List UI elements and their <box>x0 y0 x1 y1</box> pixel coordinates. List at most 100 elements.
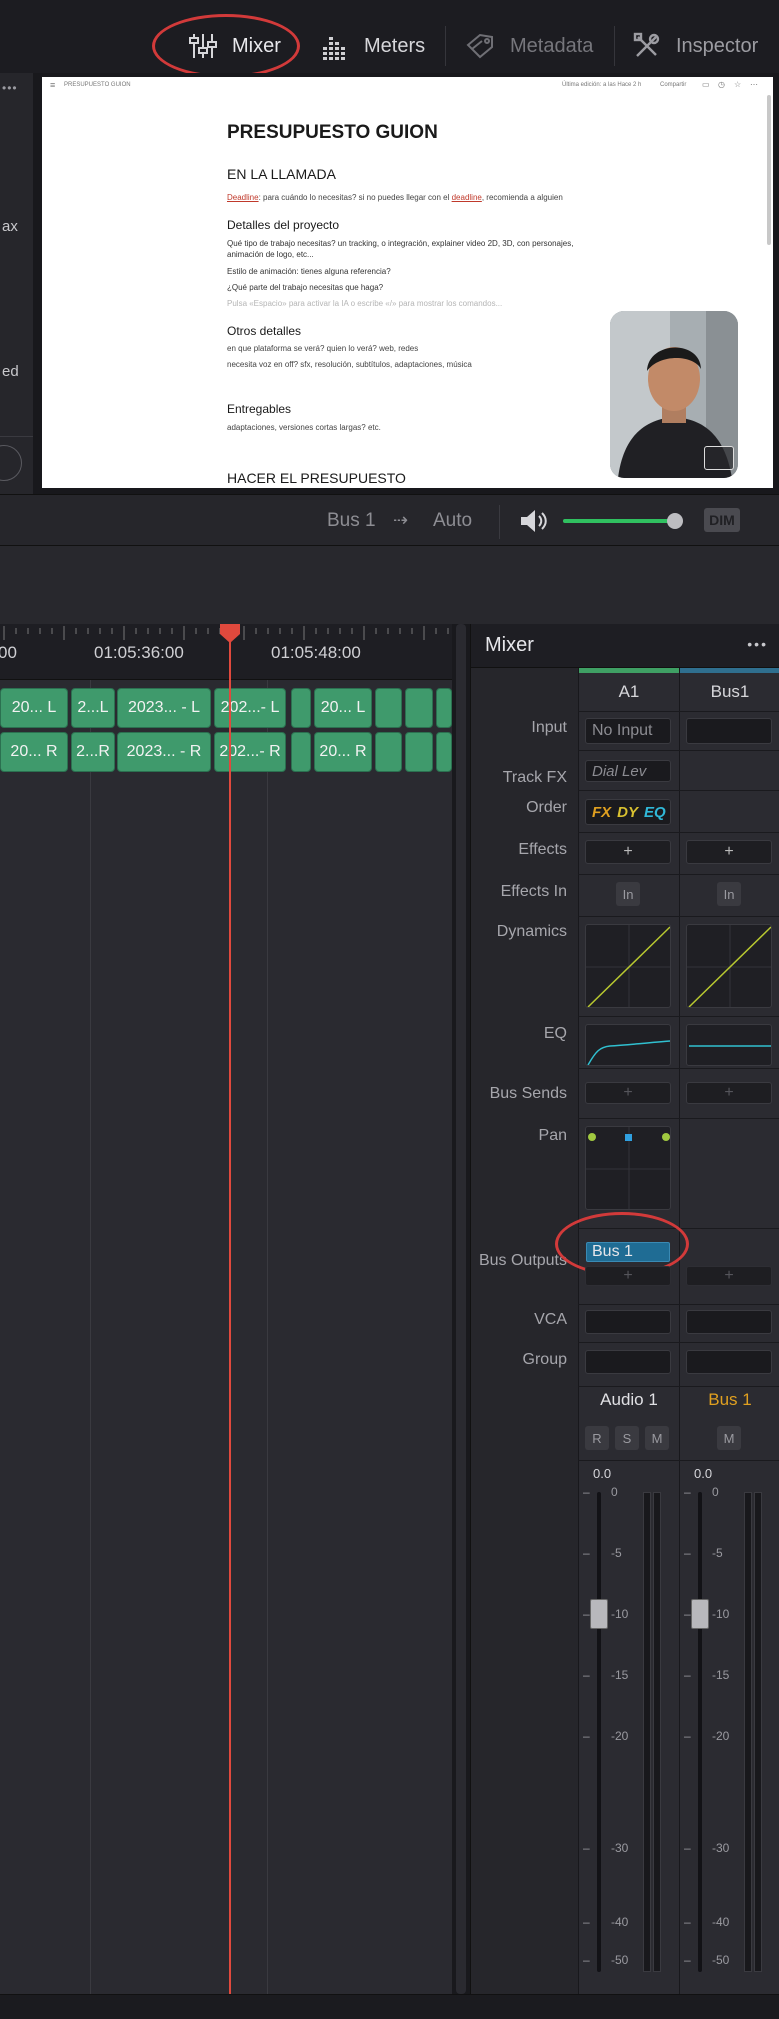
audio-clip[interactable] <box>405 732 433 772</box>
effects-in-button-a1[interactable]: In <box>616 882 640 906</box>
mixer-header: Mixer ••• <box>471 624 779 668</box>
audio-clip[interactable]: 2...R <box>71 732 115 772</box>
panel-options-icon[interactable]: ••• <box>2 81 18 95</box>
fader-scale-tick: – <box>583 1668 590 1682</box>
solo-button[interactable]: S <box>615 1426 639 1450</box>
strip-name-a1: A1 <box>618 682 640 701</box>
menu-icon[interactable]: ≡ <box>50 80 55 90</box>
dim-button[interactable]: DIM <box>704 508 740 532</box>
track-fx-select-a1[interactable]: Dial Lev <box>585 760 671 782</box>
track-name-bus1[interactable]: Bus 1 <box>680 1390 779 1410</box>
mixer-options-icon[interactable]: ••• <box>747 636 768 652</box>
doc-title: PRESUPUESTO GUION <box>227 122 438 143</box>
playhead-line[interactable] <box>229 642 231 1994</box>
fader-track-a1[interactable] <box>597 1492 601 1972</box>
audio-clip[interactable] <box>291 732 311 772</box>
dynamics-graph-bus1[interactable] <box>686 924 772 1008</box>
bus-output-add-bus1[interactable]: + <box>686 1266 772 1286</box>
more-icon[interactable]: ⋯ <box>750 80 758 89</box>
fader-track-bus1[interactable] <box>698 1492 702 1972</box>
history-icon[interactable]: ◷ <box>718 80 725 89</box>
scroll-thumb[interactable] <box>456 624 466 1994</box>
audio-clip[interactable] <box>375 688 402 728</box>
row-divider <box>578 832 779 833</box>
doc-placeholder[interactable]: Pulsa «Espacio» para activar la IA o esc… <box>227 298 502 309</box>
audio-clip[interactable]: 20... L <box>314 688 372 728</box>
pip-toggle-icon[interactable] <box>704 446 734 470</box>
vca-select-bus1[interactable] <box>686 1310 772 1334</box>
audio-clip[interactable]: 20... R <box>314 732 372 772</box>
doc-heading: Detalles del proyecto <box>227 218 340 232</box>
audio-clip[interactable] <box>436 732 452 772</box>
group-select-bus1[interactable] <box>686 1350 772 1374</box>
audio-clip[interactable]: 20... L <box>0 688 68 728</box>
row-divider <box>578 1118 779 1119</box>
bus-output-add-a1[interactable]: + <box>585 1266 671 1286</box>
round-button[interactable] <box>0 445 22 481</box>
audio-clip[interactable]: 20... R <box>0 732 68 772</box>
bus-send-add-a1[interactable]: + <box>585 1082 671 1104</box>
input-select-bus1[interactable] <box>686 718 772 744</box>
add-effect-button-a1[interactable]: + <box>585 840 671 864</box>
empty-band <box>0 546 779 624</box>
timeline-panel[interactable]: 00 01:05:36:00 01:05:48:00 20... L 2...L… <box>0 624 452 1994</box>
metadata-tab[interactable]: Metadata <box>464 28 593 64</box>
doc-heading: HACER EL PRESUPUESTO <box>227 470 406 486</box>
left-panel-text: ed <box>2 363 19 380</box>
level-readout-a1: 0.0 <box>593 1466 612 1481</box>
audio-clip[interactable] <box>405 688 433 728</box>
eq-graph-a1[interactable] <box>585 1024 671 1066</box>
auto-mode[interactable]: Auto <box>433 510 472 532</box>
processing-order-a1[interactable]: FX DY EQ <box>585 799 671 825</box>
share-link[interactable]: Compartir <box>660 82 686 88</box>
audio-clip[interactable]: 2...L <box>71 688 115 728</box>
inspector-tab[interactable]: Inspector <box>632 28 758 64</box>
audio-clip[interactable]: 2023... - L <box>117 688 211 728</box>
fader-handle-a1[interactable] <box>590 1599 608 1629</box>
audio-clip[interactable]: 202...- R <box>214 732 286 772</box>
speaker-icon[interactable] <box>518 507 548 535</box>
monitor-bar: Bus 1 ⇢ Auto DIM <box>0 494 779 546</box>
webcam-overlay[interactable] <box>610 311 738 478</box>
doc-paragraph: en que plataforma se verá? quien lo verá… <box>227 344 419 353</box>
audio-clip[interactable] <box>375 732 402 772</box>
volume-slider[interactable] <box>563 513 683 529</box>
audio-clip[interactable] <box>291 688 311 728</box>
mute-button-bus1[interactable]: M <box>717 1426 741 1450</box>
add-effect-button-bus1[interactable]: + <box>686 840 772 864</box>
fader-scale-label: -30 <box>611 1841 629 1855</box>
dynamics-curve <box>586 925 670 1007</box>
meters-tab[interactable]: Meters <box>320 28 425 64</box>
track-name-a1[interactable]: Audio 1 <box>579 1390 679 1410</box>
audio-clip[interactable] <box>436 688 452 728</box>
star-icon[interactable]: ☆ <box>734 80 741 89</box>
bus-selector[interactable]: Bus 1 <box>327 510 376 532</box>
bus-send-add-bus1[interactable]: + <box>686 1082 772 1104</box>
doc-scrollbar[interactable] <box>767 95 771 245</box>
level-meter-bus1-left <box>744 1492 752 1972</box>
pan-control-a1[interactable] <box>585 1126 671 1210</box>
audio-clip[interactable]: 202...- L <box>214 688 286 728</box>
eq-graph-bus1[interactable] <box>686 1024 772 1066</box>
group-select-a1[interactable] <box>585 1350 671 1374</box>
audio-clip[interactable]: 2023... - R <box>117 732 211 772</box>
mixer-panel: Mixer ••• A1 Bus1 Input Track FX Order E… <box>470 624 779 1994</box>
comment-icon[interactable]: ▭ <box>702 80 710 89</box>
dynamics-graph-a1[interactable] <box>585 924 671 1008</box>
fader-handle-bus1[interactable] <box>691 1599 709 1629</box>
playhead-handle[interactable] <box>218 624 242 644</box>
transport-divider <box>499 505 500 539</box>
label-order: Order <box>526 799 567 816</box>
input-select-a1[interactable]: No Input <box>585 718 671 744</box>
vca-select-a1[interactable] <box>585 1310 671 1334</box>
doc-breadcrumb[interactable]: PRESUPUESTO GUION <box>64 82 131 88</box>
record-arm-button[interactable]: R <box>585 1426 609 1450</box>
fader-scale-label: -15 <box>712 1668 730 1682</box>
timeline-scrollbar[interactable] <box>452 624 470 1994</box>
doc-paragraph: Qué tipo de trabajo necesitas? un tracki… <box>227 239 574 259</box>
effects-in-button-bus1[interactable]: In <box>717 882 741 906</box>
mute-button[interactable]: M <box>645 1426 669 1450</box>
volume-knob[interactable] <box>666 513 683 529</box>
doc-paragraph: Estilo de animación: tienes alguna refer… <box>227 267 391 276</box>
label-eq: EQ <box>543 1025 567 1042</box>
